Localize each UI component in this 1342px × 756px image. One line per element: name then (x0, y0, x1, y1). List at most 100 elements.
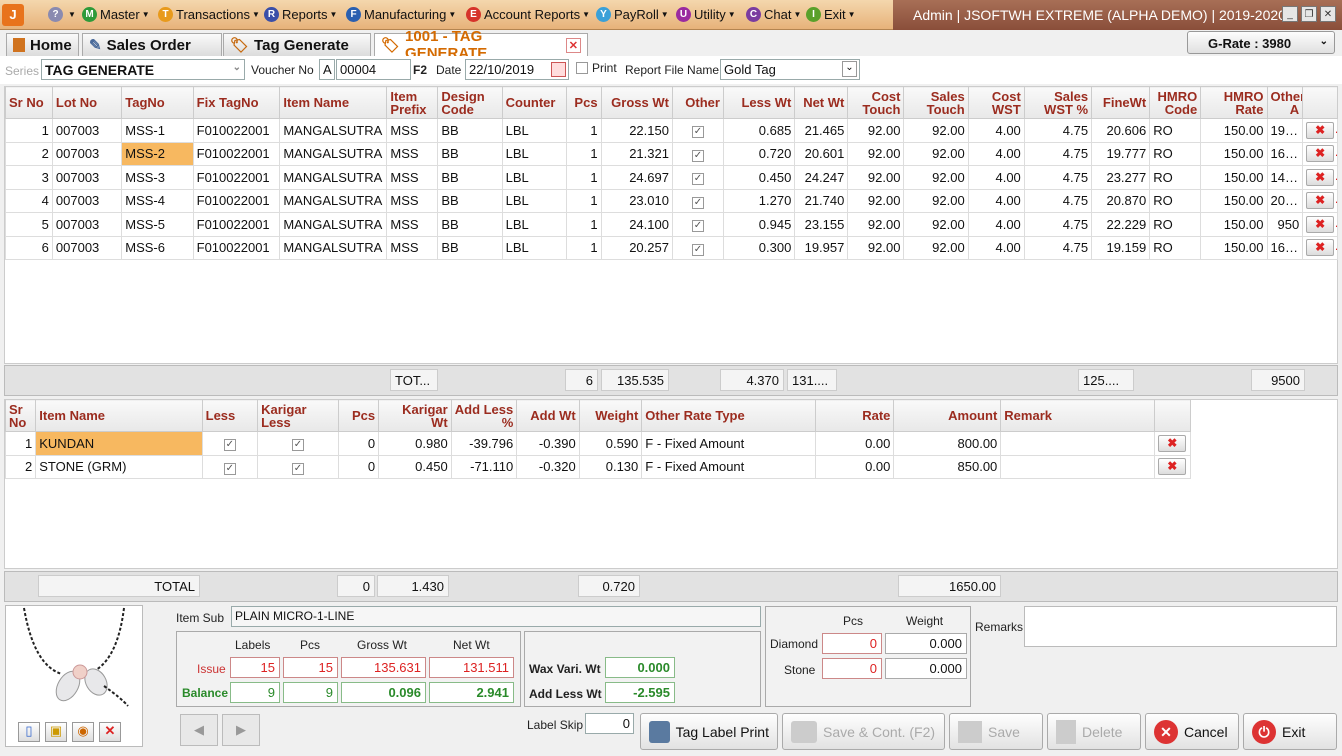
col-header[interactable]: Sr No (4, 399, 37, 432)
col-header[interactable]: Weight (578, 399, 643, 432)
table-cell[interactable]: MSS (386, 118, 439, 143)
col-header[interactable]: Other (671, 86, 724, 119)
table-cell[interactable]: 20.257 (600, 235, 673, 260)
table-cell[interactable]: MANGALSUTRA (279, 141, 388, 166)
table-cell[interactable]: 24.247 (794, 165, 849, 190)
table-cell[interactable]: 0.685 (722, 118, 796, 143)
table-cell[interactable]: -39.796 (450, 431, 518, 456)
menu-0[interactable]: M Master ▼ (82, 7, 150, 22)
tab-tag-generate[interactable]: 🏷 Tag Generate (223, 33, 371, 56)
delete-icon[interactable]: ✖ (1306, 121, 1335, 139)
check-icon[interactable]: ✓ (691, 220, 704, 233)
table-cell[interactable]: LBL (501, 235, 567, 260)
table-cell[interactable]: 21.740 (794, 188, 849, 213)
help-menu[interactable]: ? ▼ (48, 7, 76, 22)
restore-button[interactable]: ❐ (1301, 6, 1317, 22)
check-icon[interactable]: ✓ (691, 196, 704, 209)
label-skip-input[interactable]: 0 (585, 713, 634, 734)
col-header[interactable]: Rate (814, 399, 895, 432)
wax-vari-value[interactable]: 0.000 (605, 657, 675, 678)
table-cell[interactable]: F010022001 (192, 141, 281, 166)
table-cell[interactable]: 0.450 (378, 454, 452, 479)
table-cell[interactable]: RO (1149, 118, 1202, 143)
table-cell[interactable]: MSS (386, 165, 439, 190)
menu-4[interactable]: E Account Reports ▼ (466, 7, 590, 22)
table-cell[interactable]: 1600 (1266, 235, 1304, 260)
other-checkbox-cell[interactable]: ✓ (671, 165, 724, 190)
delete-row-cell[interactable]: ✖ (1302, 141, 1338, 166)
table-cell[interactable]: 20.870 (1091, 188, 1151, 213)
table-cell[interactable]: 23.155 (794, 212, 849, 237)
table-cell[interactable]: 92.00 (847, 165, 905, 190)
table-cell[interactable]: -0.320 (516, 454, 580, 479)
table-cell[interactable]: BB (437, 141, 503, 166)
other-checkbox-cell[interactable]: ✓ (671, 118, 724, 143)
table-cell[interactable]: MANGALSUTRA (279, 212, 388, 237)
table-cell[interactable]: 19.957 (794, 235, 849, 260)
table-cell[interactable]: 4.00 (967, 212, 1025, 237)
table-cell[interactable]: 2 (4, 454, 37, 479)
col-header[interactable]: Pcs (337, 399, 380, 432)
table-cell[interactable]: 23.277 (1091, 165, 1151, 190)
voucher-no-input[interactable]: 00004 (336, 59, 411, 80)
col-header[interactable]: Sr No (5, 86, 53, 119)
table-cell[interactable]: MANGALSUTRA (279, 235, 388, 260)
col-header[interactable]: Net Wt (794, 86, 849, 119)
table-cell[interactable]: 2 (5, 141, 53, 166)
table-cell[interactable]: 4.00 (967, 188, 1025, 213)
table-cell[interactable]: 4.75 (1023, 188, 1093, 213)
table-cell[interactable]: 950 (1266, 212, 1304, 237)
table-cell[interactable]: MSS-5 (121, 212, 194, 237)
table-cell[interactable]: 007003 (51, 188, 123, 213)
table-cell[interactable]: 0 (337, 431, 380, 456)
table-cell[interactable]: 5 (5, 212, 53, 237)
col-header[interactable]: Less (201, 399, 259, 432)
table-cell[interactable]: LBL (501, 188, 567, 213)
col-header[interactable]: Item Prefix (386, 86, 439, 119)
table-cell[interactable]: BB (437, 118, 503, 143)
close-tab-icon[interactable]: ✕ (565, 37, 581, 53)
table-cell[interactable]: 007003 (51, 212, 123, 237)
table-cell[interactable]: 1 (4, 431, 37, 456)
table-cell[interactable]: LBL (501, 212, 567, 237)
col-header[interactable]: Other Rate Type (641, 399, 816, 432)
table-cell[interactable]: 0.300 (722, 235, 796, 260)
save-button[interactable]: Save (949, 713, 1043, 750)
check-icon[interactable]: ✓ (291, 439, 304, 452)
diamond-weight[interactable]: 0.000 (885, 633, 967, 654)
table-cell[interactable]: 92.00 (903, 235, 969, 260)
col-header[interactable]: Gross Wt (600, 86, 673, 119)
table-cell[interactable]: 1900 (1266, 118, 1304, 143)
check-icon[interactable]: ✓ (691, 149, 704, 162)
table-cell[interactable]: BB (437, 212, 503, 237)
table-cell[interactable] (1000, 454, 1155, 479)
col-header[interactable]: Sales Touch (903, 86, 969, 119)
check-icon[interactable]: ✓ (691, 243, 704, 256)
table-cell[interactable]: 22.229 (1091, 212, 1151, 237)
check-icon[interactable]: ✓ (223, 462, 236, 475)
table-cell[interactable]: 150.00 (1200, 212, 1268, 237)
table-cell[interactable]: 1650 (1266, 141, 1304, 166)
table-row[interactable]: 3 007003 MSS-3 F010022001 MANGALSUTRA MSS BB LB… (5, 165, 1338, 190)
table-cell[interactable]: 4.75 (1023, 118, 1093, 143)
table-cell[interactable]: 150.00 (1200, 165, 1268, 190)
col-header[interactable]: Other A (1266, 86, 1304, 119)
delete-row-cell[interactable]: ✖ (1302, 188, 1338, 213)
table-cell[interactable]: 007003 (51, 165, 123, 190)
menu-1[interactable]: T Transactions ▼ (158, 7, 260, 22)
table-cell[interactable]: 21.321 (600, 141, 673, 166)
col-header[interactable]: Cost Touch (847, 86, 905, 119)
table-cell[interactable]: 22.150 (600, 118, 673, 143)
col-header[interactable]: Less Wt (722, 86, 796, 119)
col-header[interactable]: Fix TagNo (192, 86, 281, 119)
table-cell[interactable]: 150.00 (1200, 188, 1268, 213)
table-cell[interactable]: 4.75 (1023, 165, 1093, 190)
table-cell[interactable]: 0.130 (578, 454, 643, 479)
col-header[interactable]: FineWt (1091, 86, 1151, 119)
close-button[interactable]: ✕ (1320, 6, 1336, 22)
grate-display[interactable]: G-Rate : 3980 ⌄ (1187, 31, 1335, 54)
table-row[interactable]: 1 007003 MSS-1 F010022001 MANGALSUTRA MSS BB LB… (5, 118, 1338, 143)
table-cell[interactable]: 1 (565, 188, 602, 213)
add-less-wt-value[interactable]: -2.595 (605, 682, 675, 703)
other-checkbox-cell[interactable]: ✓ (671, 141, 724, 166)
